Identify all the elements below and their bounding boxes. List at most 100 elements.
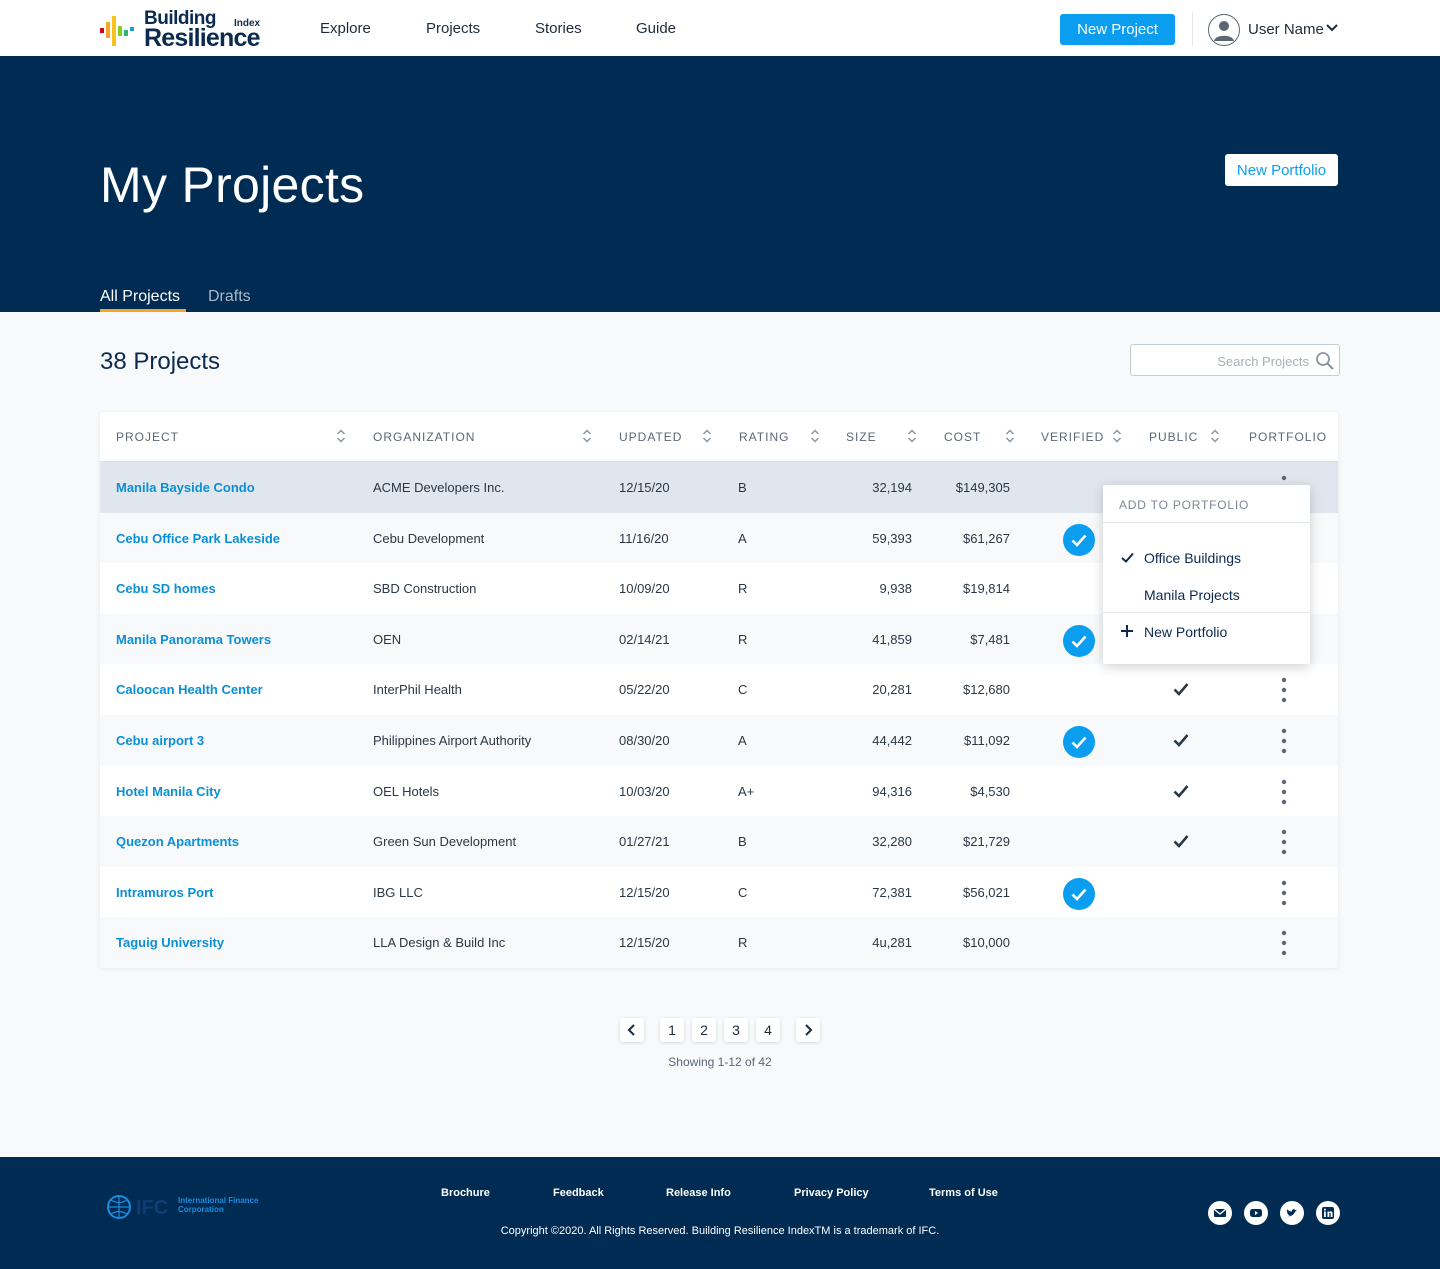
project-name-link[interactable]: Manila Bayside Condo bbox=[116, 480, 255, 495]
more-options-icon[interactable] bbox=[1280, 779, 1288, 805]
updated-cell: 08/30/20 bbox=[619, 733, 670, 748]
project-name-link[interactable]: Cebu SD homes bbox=[116, 581, 216, 596]
nav-link-guide[interactable]: Guide bbox=[636, 20, 676, 37]
sort-icon[interactable] bbox=[1210, 429, 1220, 443]
sort-icon[interactable] bbox=[1005, 429, 1015, 443]
tab-drafts[interactable]: Drafts bbox=[208, 288, 251, 306]
column-header-portfolio[interactable]: PORTFOLIO bbox=[1249, 430, 1327, 444]
pagination-info: Showing 1-12 of 42 bbox=[668, 1055, 772, 1069]
sort-icon[interactable] bbox=[582, 429, 592, 443]
size-cell: 32,194 bbox=[872, 480, 912, 495]
sort-icon[interactable] bbox=[1112, 429, 1122, 443]
project-name-link[interactable]: Taguig University bbox=[116, 935, 224, 950]
chevron-down-icon[interactable] bbox=[1325, 23, 1339, 33]
updated-cell: 01/27/21 bbox=[619, 834, 670, 850]
column-header-cost[interactable]: COST bbox=[944, 430, 981, 444]
user-name[interactable]: User Name bbox=[1248, 21, 1324, 38]
user-avatar-icon[interactable] bbox=[1208, 14, 1240, 46]
page-button[interactable]: 4 bbox=[756, 1018, 780, 1042]
verified-badge-icon bbox=[1063, 624, 1095, 657]
mail-icon[interactable] bbox=[1208, 1201, 1232, 1225]
nav-link-explore[interactable]: Explore bbox=[320, 20, 371, 37]
ifc-logo[interactable]: IFC International Finance Corporation bbox=[106, 1193, 266, 1227]
project-name-link[interactable]: Quezon Apartments bbox=[116, 834, 239, 849]
table-row[interactable]: Cebu airport 3 Philippines Airport Author… bbox=[100, 715, 1338, 766]
footer-link-feedback[interactable]: Feedback bbox=[553, 1187, 604, 1199]
twitter-icon[interactable] bbox=[1280, 1201, 1304, 1225]
table-row[interactable]: Hotel Manila City OEL Hotels 10/03/20 A+ 94,… bbox=[100, 766, 1338, 817]
column-header-organization[interactable]: ORGANIZATION bbox=[373, 430, 475, 444]
new-portfolio-button[interactable]: New Portfolio bbox=[1225, 154, 1338, 186]
sort-icon[interactable] bbox=[907, 429, 917, 443]
column-header-updated[interactable]: UPDATED bbox=[619, 430, 682, 444]
table-row[interactable]: Intramuros Port IBG LLC 12/15/20 C 72,381 $56… bbox=[100, 867, 1338, 918]
size-cell: 9,938 bbox=[879, 581, 912, 597]
size-cell: 59,393 bbox=[872, 530, 912, 546]
more-options-icon[interactable] bbox=[1280, 677, 1288, 703]
youtube-icon[interactable] bbox=[1244, 1201, 1268, 1225]
project-name-link[interactable]: Hotel Manila City bbox=[116, 784, 221, 799]
page-button[interactable]: 2 bbox=[692, 1018, 716, 1042]
nav-link-stories[interactable]: Stories bbox=[535, 20, 582, 37]
nav-link-projects[interactable]: Projects bbox=[426, 20, 480, 37]
menu-item-new-portfolio[interactable]: New Portfolio bbox=[1144, 624, 1227, 640]
table-header: PROJECT ORGANIZATION UPDATED RATING SIZE COST… bbox=[100, 412, 1338, 462]
more-options-icon[interactable] bbox=[1280, 829, 1288, 855]
updated-cell: 10/09/20 bbox=[619, 581, 670, 597]
search-input[interactable] bbox=[1139, 351, 1309, 371]
linkedin-icon[interactable] bbox=[1316, 1201, 1340, 1225]
sort-icon[interactable] bbox=[810, 429, 820, 443]
column-header-project[interactable]: PROJECT bbox=[116, 430, 179, 444]
ifc-globe-icon bbox=[107, 1195, 131, 1219]
verified-badge-icon bbox=[1063, 726, 1095, 758]
top-navbar: Building Resilience Index Explore Projec… bbox=[0, 0, 1440, 56]
cost-cell: $56,021 bbox=[963, 884, 1010, 900]
table-row[interactable]: Caloocan Health Center InterPhil Health 05… bbox=[100, 664, 1338, 715]
footer-link-terms-of-use[interactable]: Terms of Use bbox=[929, 1187, 998, 1199]
project-name-link[interactable]: Cebu Office Park Lakeside bbox=[116, 531, 280, 546]
project-name-link[interactable]: Cebu airport 3 bbox=[116, 733, 204, 748]
menu-item-office-buildings[interactable]: Office Buildings bbox=[1144, 550, 1241, 566]
footer-link-brochure[interactable]: Brochure bbox=[441, 1187, 490, 1199]
rating-cell: A bbox=[738, 733, 747, 748]
footer-link-privacy-policy[interactable]: Privacy Policy bbox=[794, 1187, 869, 1199]
organization-cell: IBG LLC bbox=[373, 884, 423, 900]
more-options-icon[interactable] bbox=[1280, 880, 1288, 906]
column-header-verified[interactable]: VERIFIED bbox=[1041, 430, 1104, 444]
updated-cell: 02/14/21 bbox=[619, 631, 670, 647]
next-page-button[interactable] bbox=[796, 1018, 820, 1042]
size-cell: 44,442 bbox=[872, 733, 912, 748]
sort-icon[interactable] bbox=[702, 429, 712, 443]
more-options-icon[interactable] bbox=[1280, 728, 1288, 754]
organization-cell: OEL Hotels bbox=[373, 783, 439, 799]
project-name-link[interactable]: Manila Panorama Towers bbox=[116, 632, 271, 647]
more-options-icon[interactable] bbox=[1280, 930, 1288, 956]
search-icon[interactable] bbox=[1315, 351, 1335, 371]
footer-link-release-info[interactable]: Release Info bbox=[666, 1187, 731, 1199]
column-header-public[interactable]: PUBLIC bbox=[1149, 430, 1198, 444]
organization-cell: Philippines Airport Authority bbox=[373, 733, 532, 748]
rating-cell: R bbox=[738, 631, 748, 647]
table-row[interactable]: Quezon Apartments Green Sun Development 01… bbox=[100, 816, 1338, 867]
page-button[interactable]: 1 bbox=[660, 1018, 684, 1042]
menu-item-manila-projects[interactable]: Manila Projects bbox=[1144, 587, 1240, 603]
project-name-link[interactable]: Intramuros Port bbox=[116, 885, 214, 900]
project-name-link[interactable]: Caloocan Health Center bbox=[116, 682, 263, 697]
new-project-button[interactable]: New Project bbox=[1060, 14, 1175, 45]
size-cell: 94,316 bbox=[872, 783, 912, 799]
building-resilience-logo[interactable]: Building Resilience Index bbox=[100, 8, 270, 52]
public-check-icon bbox=[1173, 734, 1189, 747]
sort-icon[interactable] bbox=[336, 429, 346, 443]
tab-all-projects[interactable]: All Projects bbox=[100, 288, 180, 306]
updated-cell: 12/15/20 bbox=[619, 884, 670, 900]
check-icon bbox=[1121, 552, 1134, 563]
public-check-icon bbox=[1173, 784, 1189, 798]
add-to-portfolio-menu: ADD TO PORTFOLIO Office Buildings Manila… bbox=[1103, 485, 1310, 664]
column-header-rating[interactable]: RATING bbox=[739, 430, 789, 444]
chevron-left-icon bbox=[627, 1024, 635, 1036]
page-button[interactable]: 3 bbox=[724, 1018, 748, 1042]
updated-cell: 05/22/20 bbox=[619, 682, 670, 698]
column-header-size[interactable]: SIZE bbox=[846, 430, 877, 444]
prev-page-button[interactable] bbox=[620, 1018, 644, 1042]
table-row[interactable]: Taguig University LLA Design & Build Inc 1… bbox=[100, 917, 1338, 968]
